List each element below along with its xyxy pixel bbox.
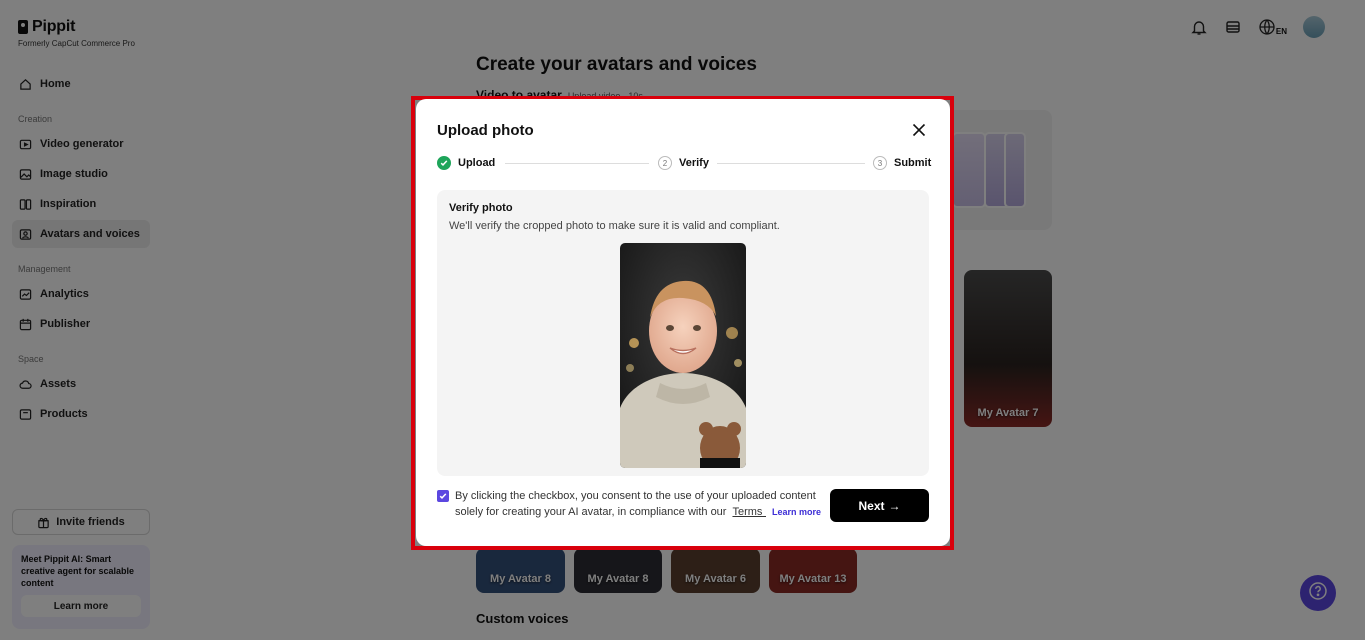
checkmark-icon — [439, 487, 447, 505]
verify-description: We'll verify the cropped photo to make s… — [449, 220, 780, 232]
consent-line-2: solely for creating your AI avatar, in c… — [455, 504, 821, 520]
check-icon — [437, 156, 451, 170]
verify-title: Verify photo — [449, 202, 513, 214]
consent-checkbox[interactable] — [437, 490, 449, 502]
dialog-title: Upload photo — [437, 122, 534, 139]
step-submit: 3 Submit — [873, 156, 932, 170]
step-number: 3 — [873, 156, 887, 170]
close-icon — [911, 123, 927, 142]
next-button[interactable]: Next → — [830, 489, 929, 522]
consent-text: By clicking the checkbox, you consent to… — [455, 488, 821, 520]
step-connector — [505, 163, 649, 164]
consent-line-1: By clicking the checkbox, you consent to… — [455, 490, 816, 502]
upload-photo-dialog: Upload photo Upload 2 Verify 3 Submit Ve… — [416, 99, 950, 546]
step-verify: 2 Verify — [658, 156, 709, 170]
arrow-right-icon: → — [888, 498, 901, 513]
next-label: Next — [858, 498, 885, 513]
terms-link[interactable]: Terms of Service — [732, 504, 766, 520]
stepper: Upload 2 Verify 3 Submit — [437, 156, 932, 172]
step-label: Verify — [679, 157, 709, 169]
learn-more-link[interactable]: Learn more — [772, 504, 821, 520]
consent-line-2-text: solely for creating your AI avatar, in c… — [455, 506, 727, 518]
step-number: 2 — [658, 156, 672, 170]
step-label: Upload — [458, 157, 496, 169]
cropped-photo-preview — [620, 243, 746, 468]
close-button[interactable] — [911, 122, 927, 138]
step-upload: Upload — [437, 156, 496, 170]
verify-panel: Verify photo We'll verify the cropped ph… — [437, 190, 929, 476]
step-connector — [717, 163, 865, 164]
step-label: Submit — [894, 157, 932, 169]
